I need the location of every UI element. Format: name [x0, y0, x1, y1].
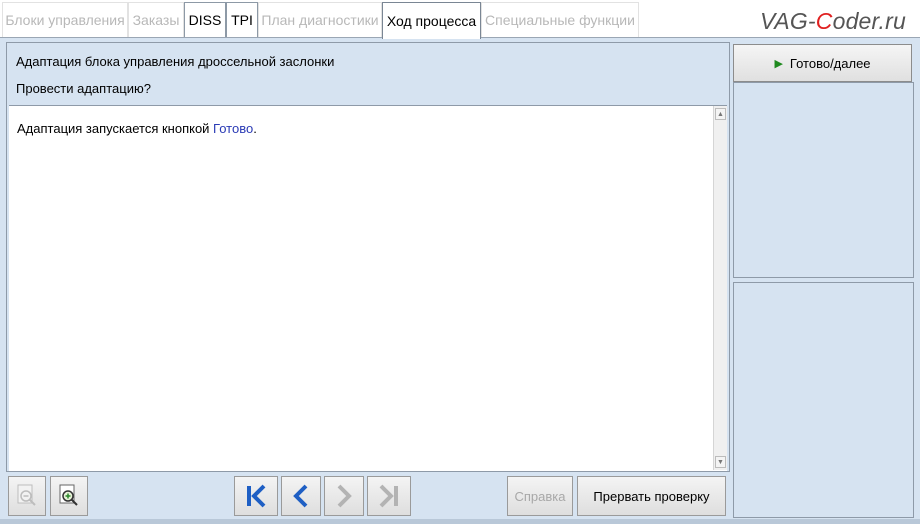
tab-diagnostic-plan[interactable]: План диагностики: [258, 2, 382, 37]
play-icon: ▶: [774, 57, 783, 70]
forward-button[interactable]: [324, 476, 364, 516]
zoom-in-button[interactable]: [50, 476, 88, 516]
side-panel-top: [733, 82, 914, 278]
tab-diss[interactable]: DISS: [184, 2, 226, 37]
tab-tpi[interactable]: TPI: [226, 2, 258, 37]
zoom-out-icon: [17, 484, 36, 506]
scroll-down-button[interactable]: ▼: [715, 456, 726, 468]
tab-special-functions[interactable]: Специальные функции: [481, 2, 639, 37]
scrollbar[interactable]: ▲ ▼: [713, 106, 727, 470]
scroll-up-button[interactable]: ▲: [715, 108, 726, 120]
watermark-logo: VAG-Coder.ru: [760, 8, 906, 34]
tab-process[interactable]: Ход процесса: [382, 2, 481, 39]
ready-next-button[interactable]: ▶ Готово/далее: [733, 44, 912, 82]
zoom-out-button[interactable]: [8, 476, 46, 516]
ready-link: Готово: [213, 121, 254, 136]
tab-bar: Блоки управления Заказы DISS TPI План ди…: [0, 0, 920, 39]
side-panel-bottom: [733, 282, 914, 518]
last-page-icon: [379, 484, 398, 508]
forward-arrow-icon: [337, 484, 352, 508]
first-page-button[interactable]: [234, 476, 278, 516]
message-text: Адаптация запускается кнопкой Готово.: [17, 121, 257, 136]
status-strip: [0, 519, 920, 524]
procedure-question: Провести адаптацию?: [16, 81, 151, 96]
help-button[interactable]: Справка: [507, 476, 573, 516]
zoom-in-icon: [59, 484, 78, 506]
main-panel: Адаптация блока управления дроссельной з…: [6, 42, 730, 472]
tab-control-units[interactable]: Блоки управления: [2, 2, 128, 37]
back-button[interactable]: [281, 476, 321, 516]
message-area: Адаптация запускается кнопкой Готово. ▲ …: [9, 105, 727, 471]
back-arrow-icon: [293, 484, 308, 508]
first-page-icon: [247, 484, 266, 508]
abort-test-button[interactable]: Прервать проверку: [577, 476, 726, 516]
procedure-title: Адаптация блока управления дроссельной з…: [16, 54, 335, 69]
tab-orders[interactable]: Заказы: [128, 2, 184, 37]
last-page-button[interactable]: [367, 476, 411, 516]
